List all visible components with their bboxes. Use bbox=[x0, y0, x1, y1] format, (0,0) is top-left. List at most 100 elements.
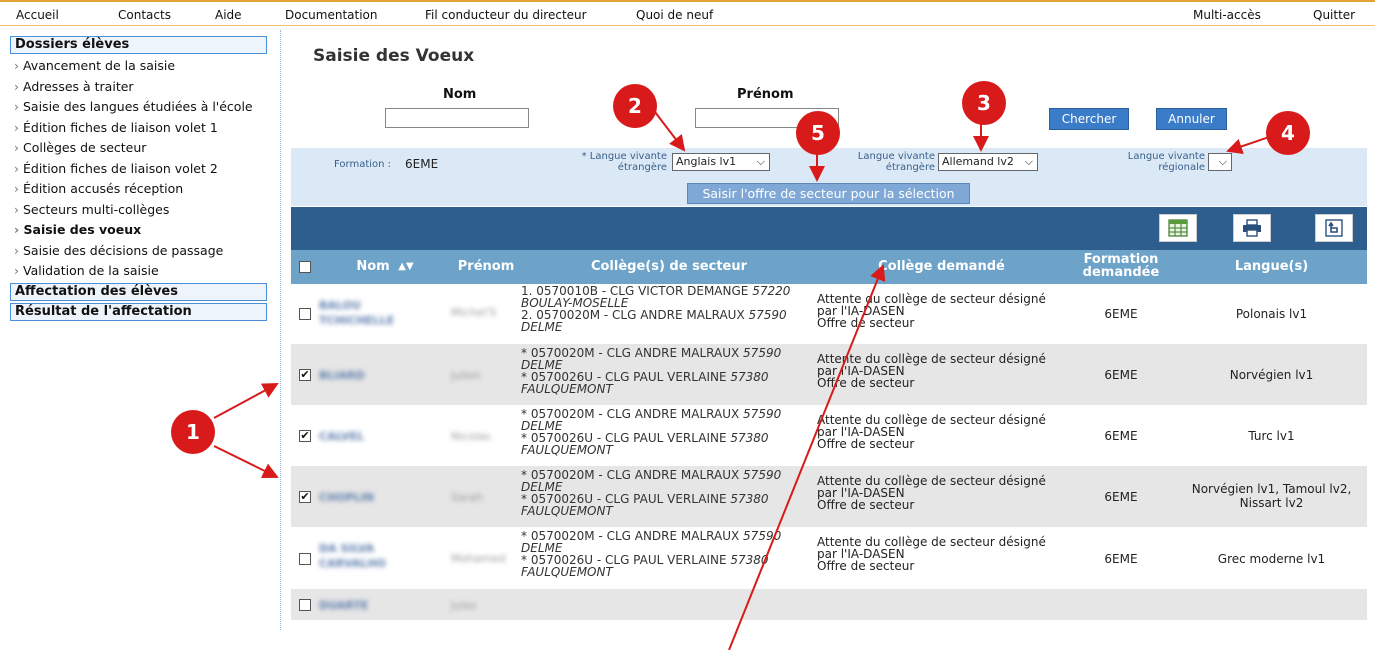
formation-cell: 6EME bbox=[1104, 368, 1138, 382]
lvr-select[interactable]: ⌵ bbox=[1208, 153, 1232, 171]
student-nom-line2[interactable]: CARVALHO bbox=[319, 557, 386, 570]
lv2-label-line1: Langue vivante bbox=[857, 151, 935, 162]
prenom-label: Prénom bbox=[737, 87, 794, 102]
college-secteur-cell: * 0570020M - CLG ANDRE MALRAUX 57590 DEL… bbox=[521, 469, 781, 517]
col-header-formation-line2: demandée bbox=[1082, 265, 1160, 280]
student-nom[interactable]: DA SILVA bbox=[319, 542, 374, 555]
table-row[interactable]: DUARTE Jules bbox=[291, 589, 1367, 620]
row-checkbox[interactable]: ✔ bbox=[299, 369, 311, 381]
row-checkbox[interactable] bbox=[299, 308, 311, 320]
table-row[interactable]: ✔ CHOPLIN Sarah * 0570020M - CLG ANDRE M… bbox=[291, 466, 1367, 527]
menu-quoi-de-neuf[interactable]: Quoi de neuf bbox=[636, 8, 713, 22]
sect-cp: 57590 bbox=[743, 468, 782, 482]
sidebar-item-decisions[interactable]: Saisie des décisions de passage bbox=[10, 241, 267, 262]
sidebar-item-colleges-secteur[interactable]: Collèges de secteur bbox=[10, 138, 267, 159]
chevron-down-icon: ⌵ bbox=[1218, 155, 1227, 168]
row-checkbox[interactable] bbox=[299, 553, 311, 565]
student-prenom: Michel'S bbox=[451, 306, 497, 319]
student-nom-line2[interactable]: TCHICHELLE bbox=[319, 314, 394, 327]
sidebar-item-accuses[interactable]: Édition accusés réception bbox=[10, 179, 267, 200]
formation-cell: 6EME bbox=[1104, 490, 1138, 504]
sect-cp: 57590 bbox=[748, 308, 787, 322]
menu-quitter[interactable]: Quitter bbox=[1313, 8, 1355, 22]
table-header: Nom ▲▼ Prénom Collège(s) de secteur Coll… bbox=[291, 250, 1367, 284]
sort-icon[interactable]: ▲▼ bbox=[395, 250, 417, 284]
annotation-badge-5: 5 bbox=[796, 111, 840, 155]
student-nom[interactable]: BLIARD bbox=[319, 369, 365, 382]
table-row[interactable]: ✔ CALVEL Nicolas * 0570020M - CLG ANDRE … bbox=[291, 405, 1367, 466]
sidebar-item-saisie-voeux[interactable]: Saisie des voeux bbox=[10, 220, 267, 241]
sect-cp: 57590 bbox=[743, 407, 782, 421]
lv2-select-value: Allemand lv2 bbox=[942, 155, 1014, 168]
sidebar-item-fiches-volet1[interactable]: Édition fiches de liaison volet 1 bbox=[10, 118, 267, 139]
sidebar-item-fiches-volet2[interactable]: Édition fiches de liaison volet 2 bbox=[10, 159, 267, 180]
menu-accueil[interactable]: Accueil bbox=[16, 8, 59, 22]
sidebar-section-affectation[interactable]: Affectation des élèves bbox=[10, 282, 267, 301]
back-button[interactable] bbox=[1315, 214, 1353, 242]
table-row[interactable]: ✔ BLIARD Julien * 0570020M - CLG ANDRE M… bbox=[291, 344, 1367, 405]
student-nom[interactable]: CHOPLIN bbox=[319, 491, 374, 504]
sect-cp: 57380 bbox=[730, 431, 769, 445]
annotation-badge-4: 4 bbox=[1266, 111, 1310, 155]
lv1-select[interactable]: Anglais lv1 ⌵ bbox=[672, 153, 770, 171]
student-nom[interactable]: DUARTE bbox=[319, 599, 368, 612]
col-header-college-demande: Collège demandé bbox=[878, 259, 1005, 274]
sidebar-item-validation[interactable]: Validation de la saisie bbox=[10, 261, 267, 282]
sect-cp: 57380 bbox=[730, 370, 769, 384]
col-header-prenom[interactable]: Prénom bbox=[451, 250, 521, 284]
sidebar-item-adresses[interactable]: Adresses à traiter bbox=[10, 77, 267, 98]
student-nom[interactable]: CALVEL bbox=[319, 430, 364, 443]
lang-line: Turc lv1 bbox=[1248, 429, 1295, 443]
formation-cell: 6EME bbox=[1104, 429, 1138, 443]
menu-multi-acces[interactable]: Multi-accès bbox=[1193, 8, 1261, 22]
sect-ville: FAULQUEMONT bbox=[521, 565, 613, 579]
table-row[interactable]: BALOU TCHICHELLE Michel'S 1. 0570010B - … bbox=[291, 284, 1367, 344]
row-checkbox[interactable]: ✔ bbox=[299, 430, 311, 442]
chevron-down-icon: ⌵ bbox=[1024, 155, 1033, 168]
college-secteur-cell: * 0570020M - CLG ANDRE MALRAUX 57590 DEL… bbox=[521, 530, 781, 578]
sidebar-section-resultat[interactable]: Résultat de l'affectation bbox=[10, 302, 267, 321]
college-secteur-cell: * 0570020M - CLG ANDRE MALRAUX 57590 DEL… bbox=[521, 408, 781, 456]
annuler-button[interactable]: Annuler bbox=[1156, 108, 1227, 130]
table-row[interactable]: DA SILVA CARVALHO Mohamed * 0570020M - C… bbox=[291, 527, 1367, 589]
lang-line: Nissart lv2 bbox=[1239, 496, 1304, 510]
nom-input[interactable] bbox=[385, 108, 529, 128]
dem-line: Offre de secteur bbox=[817, 498, 915, 512]
menu-aide[interactable]: Aide bbox=[215, 8, 242, 22]
saisir-offre-button[interactable]: Saisir l'offre de secteur pour la sélect… bbox=[687, 183, 970, 204]
printer-icon bbox=[1243, 219, 1261, 237]
langues-cell: Turc lv1 bbox=[1176, 429, 1367, 443]
col-header-nom[interactable]: Nom bbox=[353, 250, 393, 284]
print-button[interactable] bbox=[1233, 214, 1271, 242]
col-header-formation: Formation demandée bbox=[1066, 253, 1176, 287]
annotation-arrow-1a bbox=[213, 383, 279, 419]
lang-line: Polonais lv1 bbox=[1235, 307, 1308, 321]
sidebar-section-dossiers[interactable]: Dossiers élèves bbox=[10, 36, 267, 54]
chevron-down-icon: ⌵ bbox=[756, 155, 765, 168]
menu-documentation[interactable]: Documentation bbox=[285, 8, 378, 22]
dem-line: Offre de secteur bbox=[817, 437, 915, 451]
annotation-badge-2: 2 bbox=[613, 84, 657, 128]
lv2-select[interactable]: Allemand lv2 ⌵ bbox=[938, 153, 1038, 171]
lv1-select-value: Anglais lv1 bbox=[676, 155, 737, 168]
annotation-badge-3: 3 bbox=[962, 81, 1006, 125]
lv1-label-line1: * Langue vivante bbox=[581, 151, 667, 162]
menu-fil-conducteur[interactable]: Fil conducteur du directeur bbox=[425, 8, 587, 22]
chercher-button[interactable]: Chercher bbox=[1049, 108, 1129, 130]
student-prenom: Sarah bbox=[451, 491, 483, 504]
annotation-arrow-2 bbox=[654, 111, 686, 152]
dem-line: Offre de secteur bbox=[817, 559, 915, 573]
sidebar-item-avancement[interactable]: Avancement de la saisie bbox=[10, 56, 267, 77]
sidebar-item-langues[interactable]: Saisie des langues étudiées à l'école bbox=[10, 97, 267, 118]
menu-contacts[interactable]: Contacts bbox=[118, 8, 171, 22]
sidebar-item-multi-colleges[interactable]: Secteurs multi-collèges bbox=[10, 200, 267, 221]
sidebar: Dossiers élèves Avancement de la saisie … bbox=[10, 36, 267, 323]
college-demande-cell: Attente du collège de secteur désigné pa… bbox=[817, 475, 1046, 511]
student-nom[interactable]: BALOU bbox=[319, 299, 361, 312]
row-checkbox[interactable]: ✔ bbox=[299, 491, 311, 503]
annotation-arrow-1b bbox=[213, 445, 279, 478]
select-all-checkbox[interactable] bbox=[299, 261, 311, 273]
lang-line: Norvégien lv1 bbox=[1229, 368, 1314, 382]
excel-export-button[interactable] bbox=[1159, 214, 1197, 242]
row-checkbox[interactable] bbox=[299, 599, 311, 611]
